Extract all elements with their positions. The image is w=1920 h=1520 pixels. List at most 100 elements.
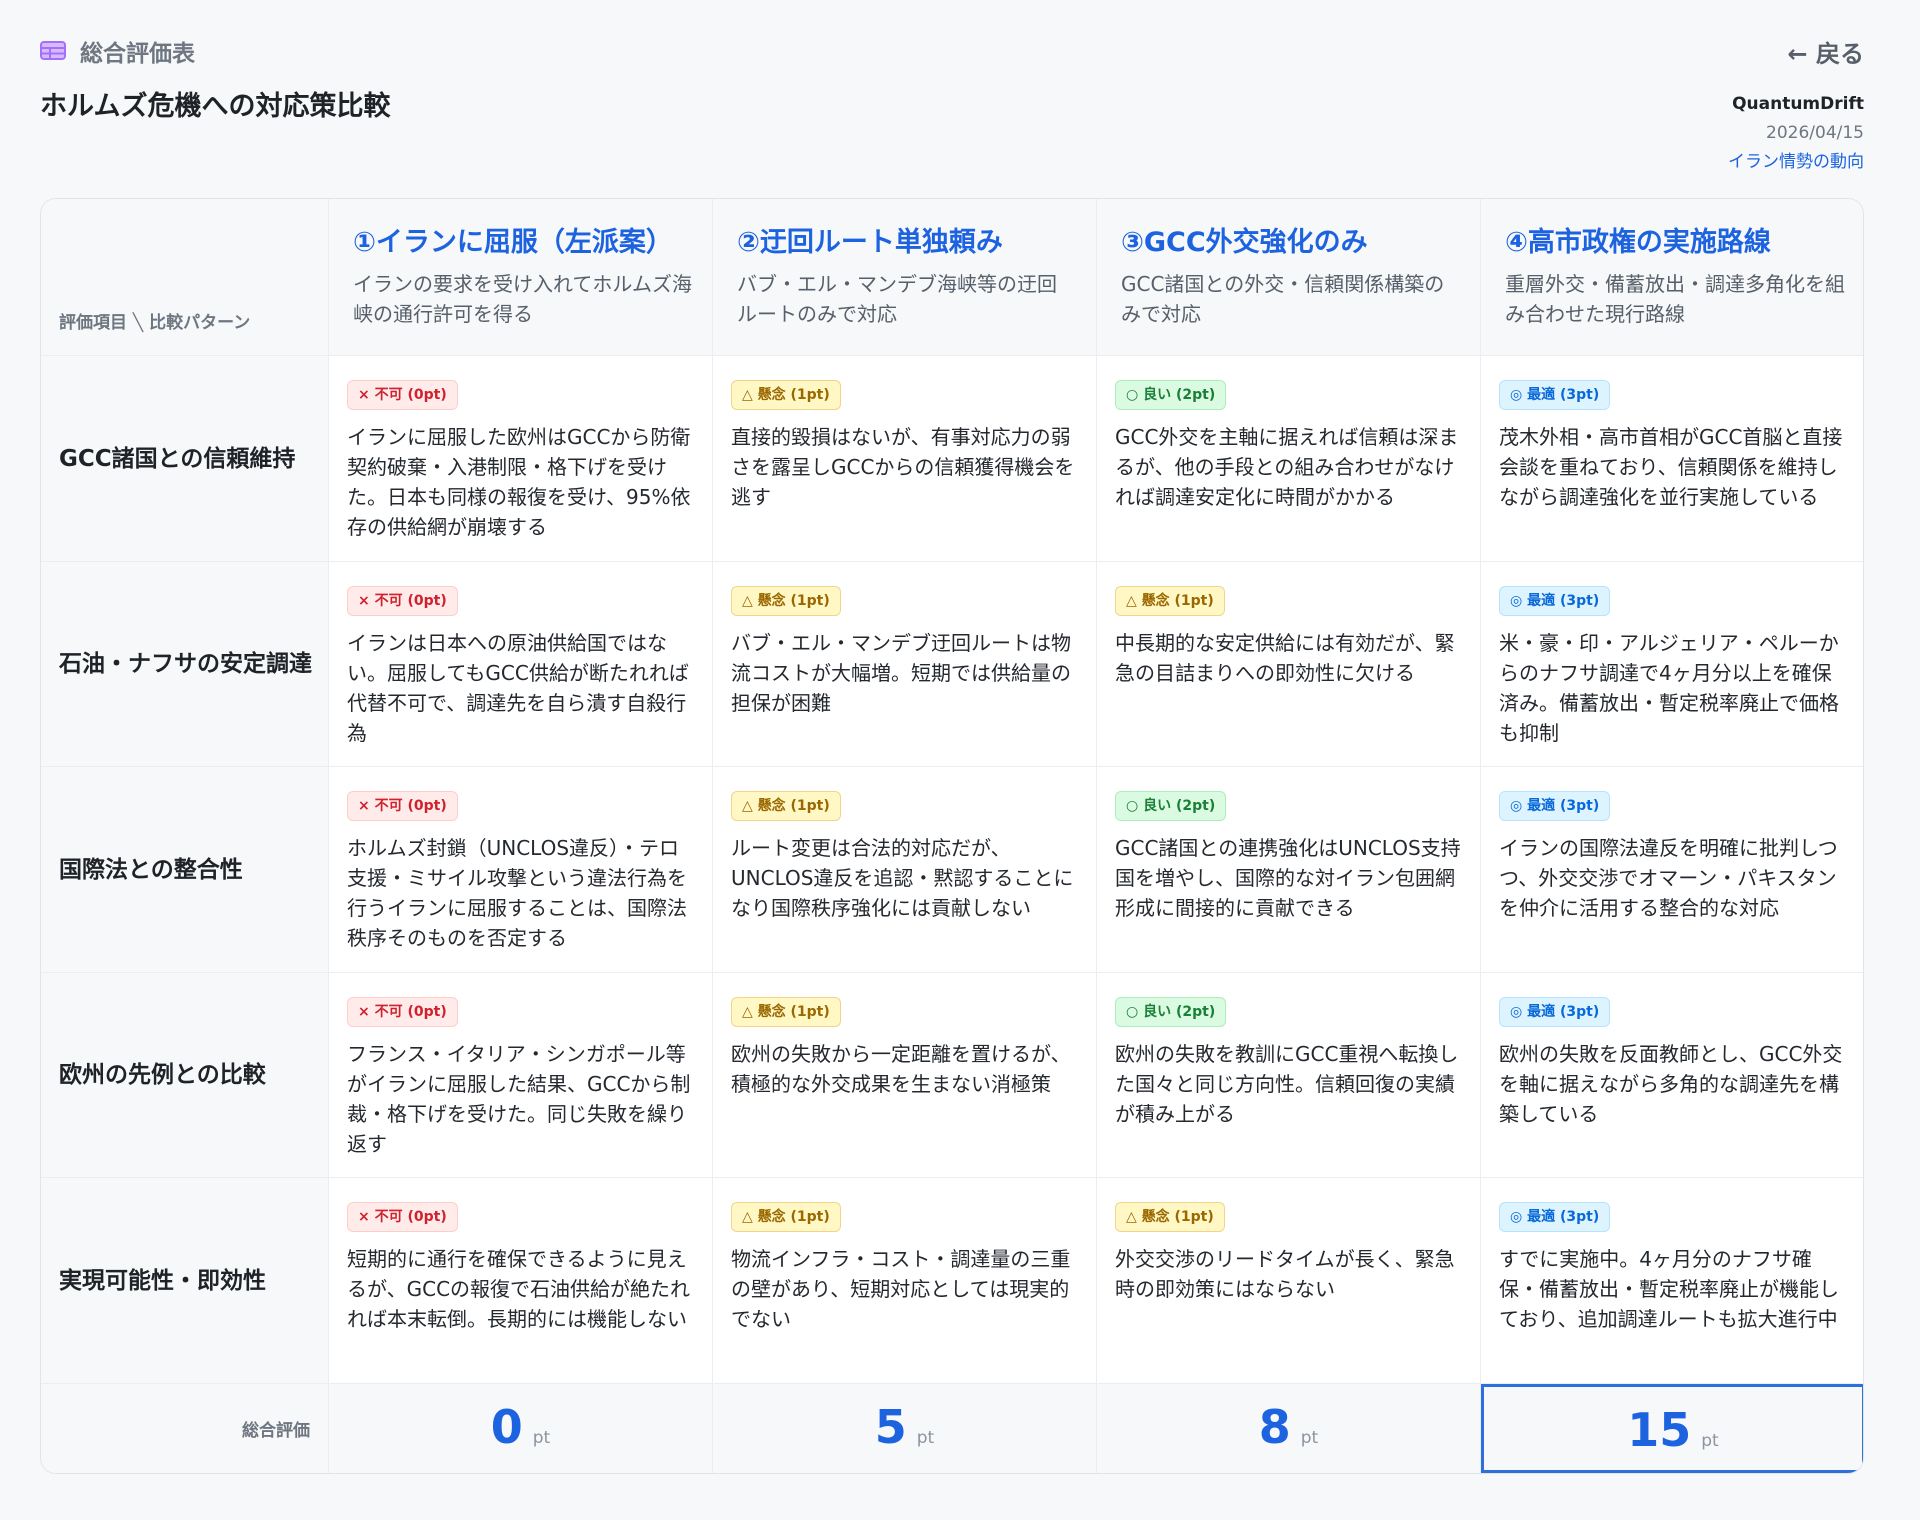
- comparison-grid: 評価項目 ╲ 比較パターン ①イランに屈服（左派案） イランの要求を受け入れてホ…: [41, 199, 1863, 1473]
- status-badge: ○ 良い (2pt): [1115, 997, 1227, 1027]
- status-badge: △ 懸念 (1pt): [1115, 586, 1225, 616]
- meta-info: QuantumDrift 2026/04/15 イラン情勢の動向: [1728, 90, 1864, 177]
- evaluation-cell: ◎ 最適 (3pt) 茂木外相・高市首相がGCC首脳と直接会談を重ねており、信頼…: [1481, 356, 1863, 562]
- row-label: 石油・ナフサの安定調達: [41, 562, 329, 767]
- status-badge: × 不可 (0pt): [347, 586, 458, 616]
- column-title: ③GCC外交強化のみ: [1121, 227, 1368, 258]
- status-badge: △ 懸念 (1pt): [731, 997, 841, 1027]
- evaluation-cell: △ 懸念 (1pt) 欧州の失敗から一定距離を置けるが、積極的な外交成果を生まな…: [713, 973, 1097, 1178]
- row-label: 欧州の先例との比較: [41, 973, 329, 1178]
- evaluation-text: すでに実施中。4ヶ月分のナフサ確保・備蓄放出・暫定税率廃止が機能しており、追加調…: [1499, 1247, 1839, 1331]
- evaluation-cell: × 不可 (0pt) イランに屈服した欧州はGCCから防衛契約破棄・入港制限・格…: [329, 356, 713, 562]
- section-header: 総合評価表: [40, 34, 195, 68]
- evaluation-text: イランの国際法違反を明確に批判しつつ、外交交渉でオマーン・パキスタンを仲介に活用…: [1499, 836, 1838, 920]
- evaluation-cell: △ 懸念 (1pt) 中長期的な安定供給には有効だが、緊急の目詰まりへの即効性に…: [1097, 562, 1481, 767]
- column-description: バブ・エル・マンデブ海峡等の迂回ルートのみで対応: [737, 272, 1057, 326]
- column-header: ④高市政権の実施路線 重層外交・備蓄放出・調達多角化を組み合わせた現行路線: [1481, 199, 1863, 356]
- evaluation-text: イランに屈服した欧州はGCCから防衛契約破棄・入港制限・格下げを受けた。日本も同…: [347, 425, 691, 539]
- column-title: ④高市政権の実施路線: [1505, 227, 1771, 258]
- evaluation-cell: ○ 良い (2pt) GCC諸国との連携強化はUNCLOS支持国を増やし、国際的…: [1097, 767, 1481, 973]
- status-badge: ○ 良い (2pt): [1115, 380, 1227, 410]
- total-score: 0 pt: [329, 1384, 713, 1473]
- evaluation-text: GCC外交を主軸に据えれば信頼は深まるが、他の手段との組み合わせがなければ調達安…: [1115, 425, 1459, 509]
- section-label: 総合評価表: [80, 41, 195, 67]
- evaluation-cell: △ 懸念 (1pt) ルート変更は合法的対応だが、UNCLOS違反を追認・黙認す…: [713, 767, 1097, 973]
- evaluation-cell: × 不可 (0pt) 短期的に通行を確保できるように見えるが、GCCの報復で石油…: [329, 1178, 713, 1384]
- evaluation-text: バブ・エル・マンデブ迂回ルートは物流コストが大幅増。短期では供給量の担保が困難: [731, 631, 1071, 715]
- evaluation-cell: ◎ 最適 (3pt) すでに実施中。4ヶ月分のナフサ確保・備蓄放出・暫定税率廃止…: [1481, 1178, 1863, 1384]
- total-score-value: 8: [1258, 1400, 1291, 1454]
- column-description: GCC諸国との外交・信頼関係構築のみで対応: [1121, 272, 1445, 326]
- evaluation-text: 茂木外相・高市首相がGCC首脳と直接会談を重ねており、信頼関係を維持しながら調達…: [1499, 425, 1843, 509]
- total-label: 総合評価: [41, 1384, 329, 1473]
- table-icon: [40, 40, 68, 62]
- total-score-unit: pt: [916, 1428, 935, 1448]
- status-badge: ◎ 最適 (3pt): [1499, 791, 1611, 821]
- evaluation-text: ルート変更は合法的対応だが、UNCLOS違反を追認・黙認することになり国際秩序強…: [731, 836, 1074, 920]
- status-badge: ◎ 最適 (3pt): [1499, 586, 1611, 616]
- author-name: QuantumDrift: [1732, 94, 1864, 114]
- status-badge: ◎ 最適 (3pt): [1499, 380, 1611, 410]
- evaluation-text: GCC諸国との連携強化はUNCLOS支持国を増やし、国際的な対イラン包囲網形成に…: [1115, 836, 1461, 920]
- evaluation-text: ホルムズ封鎖（UNCLOS違反）・テロ支援・ミサイル攻撃という違法行為を行うイラ…: [347, 836, 687, 950]
- evaluation-text: 外交交渉のリードタイムが長く、緊急時の即効策にはならない: [1115, 1247, 1455, 1301]
- column-description: 重層外交・備蓄放出・調達多角化を組み合わせた現行路線: [1505, 272, 1845, 326]
- total-score-unit: pt: [1300, 1428, 1319, 1448]
- evaluation-cell: × 不可 (0pt) ホルムズ封鎖（UNCLOS違反）・テロ支援・ミサイル攻撃と…: [329, 767, 713, 973]
- evaluation-text: イランは日本への原油供給国ではない。屈服してもGCC供給が断たれれば代替不可で、…: [347, 631, 689, 745]
- evaluation-cell: × 不可 (0pt) イランは日本への原油供給国ではない。屈服してもGCC供給が…: [329, 562, 713, 767]
- page-title: ホルムズ危機への対応策比較: [40, 91, 391, 122]
- column-header: ②迂回ルート単独頼み バブ・エル・マンデブ海峡等の迂回ルートのみで対応: [713, 199, 1097, 356]
- status-badge: × 不可 (0pt): [347, 1202, 458, 1232]
- evaluation-text: フランス・イタリア・シンガポール等がイランに屈服した結果、GCCから制裁・格下げ…: [347, 1042, 691, 1156]
- status-badge: △ 懸念 (1pt): [731, 380, 841, 410]
- status-badge: × 不可 (0pt): [347, 791, 458, 821]
- status-badge: △ 懸念 (1pt): [731, 1202, 841, 1232]
- column-title: ②迂回ルート単独頼み: [737, 227, 1003, 258]
- column-header: ③GCC外交強化のみ GCC諸国との外交・信頼関係構築のみで対応: [1097, 199, 1481, 356]
- evaluation-text: 物流インフラ・コスト・調達量の三重の壁があり、短期対応としては現実的でない: [731, 1247, 1071, 1331]
- row-label: GCC諸国との信頼維持: [41, 356, 329, 562]
- status-badge: △ 懸念 (1pt): [1115, 1202, 1225, 1232]
- evaluation-cell: × 不可 (0pt) フランス・イタリア・シンガポール等がイランに屈服した結果、…: [329, 973, 713, 1178]
- total-score-value: 15: [1627, 1403, 1692, 1457]
- evaluation-text: 直接的毀損はないが、有事対応力の弱さを露呈しGCCからの信頼獲得機会を逃す: [731, 425, 1075, 509]
- evaluation-cell: △ 懸念 (1pt) バブ・エル・マンデブ迂回ルートは物流コストが大幅増。短期で…: [713, 562, 1097, 767]
- evaluation-cell: △ 懸念 (1pt) 直接的毀損はないが、有事対応力の弱さを露呈しGCCからの信…: [713, 356, 1097, 562]
- status-badge: ○ 良い (2pt): [1115, 791, 1227, 821]
- total-score-value: 5: [874, 1400, 907, 1454]
- evaluation-cell: ○ 良い (2pt) GCC外交を主軸に据えれば信頼は深まるが、他の手段との組み…: [1097, 356, 1481, 562]
- evaluation-cell: ◎ 最適 (3pt) 米・豪・印・アルジェリア・ペルーからのナフサ調達で4ヶ月分…: [1481, 562, 1863, 767]
- total-score-value: 0: [490, 1400, 523, 1454]
- status-badge: × 不可 (0pt): [347, 997, 458, 1027]
- post-date: 2026/04/15: [1766, 123, 1864, 143]
- evaluation-cell: ◎ 最適 (3pt) イランの国際法違反を明確に批判しつつ、外交交渉でオマーン・…: [1481, 767, 1863, 973]
- status-badge: △ 懸念 (1pt): [731, 791, 841, 821]
- total-score: 8 pt: [1097, 1384, 1481, 1473]
- evaluation-text: 米・豪・印・アルジェリア・ペルーからのナフサ調達で4ヶ月分以上を確保済み。備蓄放…: [1499, 631, 1839, 745]
- total-score-unit: pt: [532, 1428, 551, 1448]
- status-badge: × 不可 (0pt): [347, 380, 458, 410]
- row-label: 国際法との整合性: [41, 767, 329, 973]
- evaluation-cell: △ 懸念 (1pt) 外交交渉のリードタイムが長く、緊急時の即効策にはならない: [1097, 1178, 1481, 1384]
- total-score-unit: pt: [1701, 1431, 1719, 1451]
- corner-label: 評価項目 ╲ 比較パターン: [41, 199, 329, 356]
- total-score: 5 pt: [713, 1384, 1097, 1473]
- evaluation-text: 欧州の失敗を教訓にGCC重視へ転換した国々と同じ方向性。信頼回復の実績が積み上が…: [1115, 1042, 1459, 1126]
- total-score-best: 15 pt: [1481, 1384, 1863, 1473]
- topic-link[interactable]: イラン情勢の動向: [1728, 148, 1864, 177]
- status-badge: ◎ 最適 (3pt): [1499, 997, 1611, 1027]
- row-label: 実現可能性・即効性: [41, 1178, 329, 1384]
- evaluation-text: 欧州の失敗を反面教師とし、GCC外交を軸に据えながら多角的な調達先を構築している: [1499, 1042, 1843, 1126]
- evaluation-text: 中長期的な安定供給には有効だが、緊急の目詰まりへの即効性に欠ける: [1115, 631, 1455, 685]
- evaluation-cell: ◎ 最適 (3pt) 欧州の失敗を反面教師とし、GCC外交を軸に据えながら多角的…: [1481, 973, 1863, 1178]
- column-title: ①イランに屈服（左派案）: [353, 227, 673, 258]
- evaluation-cell: △ 懸念 (1pt) 物流インフラ・コスト・調達量の三重の壁があり、短期対応とし…: [713, 1178, 1097, 1384]
- evaluation-text: 短期的に通行を確保できるように見えるが、GCCの報復で石油供給が絶たれれば本末転…: [347, 1247, 691, 1331]
- comparison-table: 評価項目 ╲ 比較パターン ①イランに屈服（左派案） イランの要求を受け入れてホ…: [40, 198, 1864, 1474]
- evaluation-cell: ○ 良い (2pt) 欧州の失敗を教訓にGCC重視へ転換した国々と同じ方向性。信…: [1097, 973, 1481, 1178]
- status-badge: △ 懸念 (1pt): [731, 586, 841, 616]
- column-description: イランの要求を受け入れてホルムズ海峡の通行許可を得る: [353, 272, 692, 326]
- status-badge: ◎ 最適 (3pt): [1499, 1202, 1611, 1232]
- back-link[interactable]: ← 戻る: [1788, 34, 1864, 69]
